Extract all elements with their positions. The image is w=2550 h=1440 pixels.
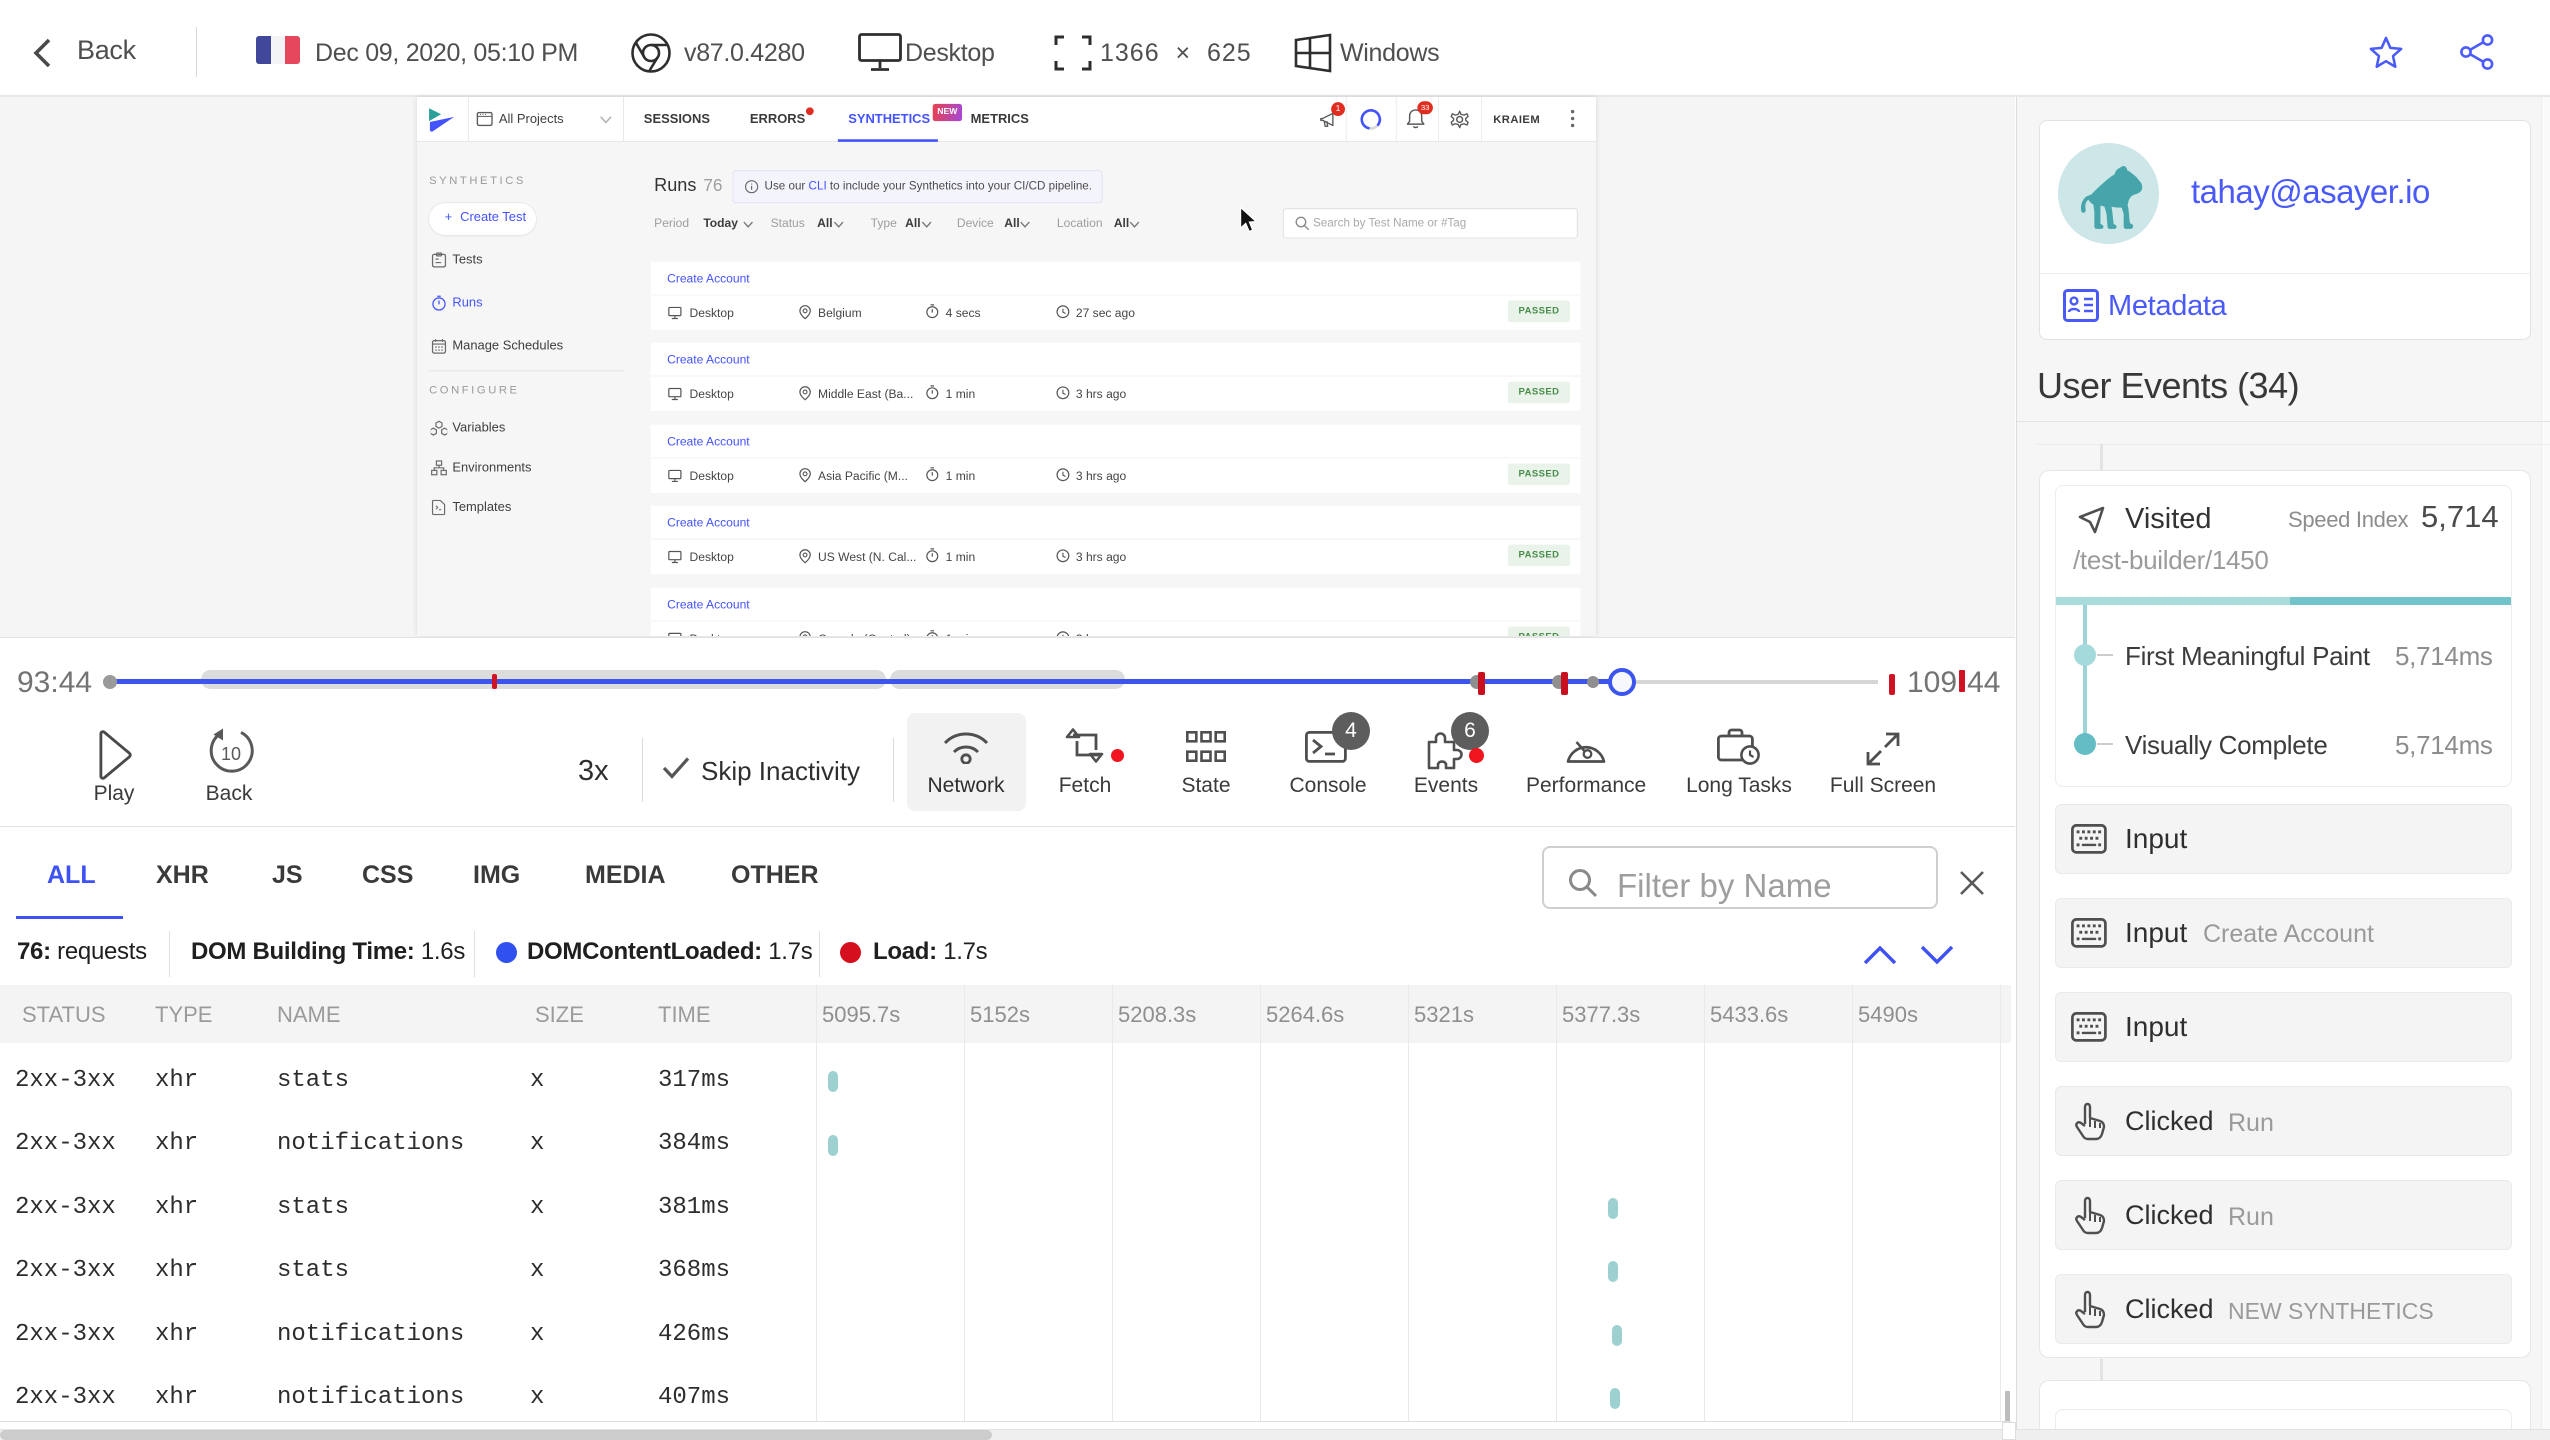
svg-text:10: 10	[221, 744, 241, 764]
